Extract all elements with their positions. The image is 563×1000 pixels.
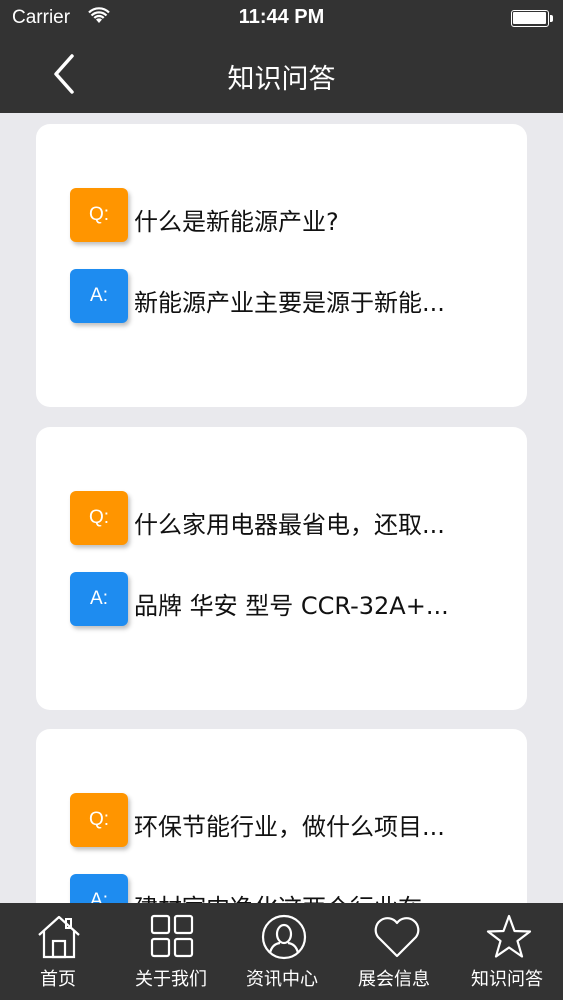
answer-badge: A: bbox=[70, 269, 128, 323]
question-badge: Q: bbox=[70, 491, 128, 545]
person-circle-icon bbox=[261, 914, 307, 960]
qa-card[interactable]: Q: 环保节能行业，做什么项目... A: 建材室内净化这两个行业在... bbox=[36, 729, 527, 903]
tab-label: 展会信息 bbox=[358, 969, 430, 990]
question-badge: Q: bbox=[70, 188, 128, 242]
tab-knowledge-qa[interactable]: 知识问答 bbox=[451, 903, 563, 1000]
tab-news-center[interactable]: 资讯中心 bbox=[226, 903, 338, 1000]
answer-badge: A: bbox=[70, 572, 128, 626]
answer-text: 品牌 华安 型号 CCR-32A+... bbox=[134, 592, 449, 620]
answer-badge: A: bbox=[70, 874, 128, 903]
tab-label: 知识问答 bbox=[471, 969, 543, 990]
tab-about-us[interactable]: 关于我们 bbox=[115, 903, 227, 1000]
heart-icon bbox=[374, 917, 420, 958]
home-icon bbox=[38, 915, 80, 959]
question-badge: Q: bbox=[70, 793, 128, 847]
question-text: 什么是新能源产业? bbox=[134, 208, 339, 236]
qa-card[interactable]: Q: 什么是新能源产业? A: 新能源产业主要是源于新能... bbox=[36, 124, 527, 407]
grid-icon bbox=[150, 914, 194, 958]
tab-label: 首页 bbox=[40, 969, 76, 990]
qa-card[interactable]: Q: 什么家用电器最省电，还取... A: 品牌 华安 型号 CCR-32A+.… bbox=[36, 427, 527, 710]
battery-icon bbox=[511, 10, 553, 27]
status-time: 11:44 PM bbox=[238, 6, 325, 28]
tab-label: 关于我们 bbox=[135, 969, 207, 990]
answer-text: 建材室内净化这两个行业在... bbox=[134, 888, 509, 903]
tab-label: 资讯中心 bbox=[246, 969, 318, 990]
answer-text: 新能源产业主要是源于新能... bbox=[134, 289, 445, 317]
nav-bar: 知识问答 bbox=[0, 38, 563, 113]
tab-home[interactable]: 首页 bbox=[2, 903, 114, 1000]
question-text: 环保节能行业，做什么项目... bbox=[134, 813, 445, 841]
tab-exhibition-info[interactable]: 展会信息 bbox=[338, 903, 450, 1000]
page-title: 知识问答 bbox=[227, 64, 336, 95]
tab-bar: 首页 关于我们 资讯中心 展会信息 知识问答 bbox=[0, 903, 563, 1000]
star-icon bbox=[486, 914, 532, 958]
status-bar: Carrier 11:44 PM bbox=[0, 0, 563, 38]
question-text: 什么家用电器最省电，还取... bbox=[134, 511, 445, 539]
qa-list[interactable]: Q: 什么是新能源产业? A: 新能源产业主要是源于新能... Q: 什么家用电… bbox=[0, 113, 563, 903]
